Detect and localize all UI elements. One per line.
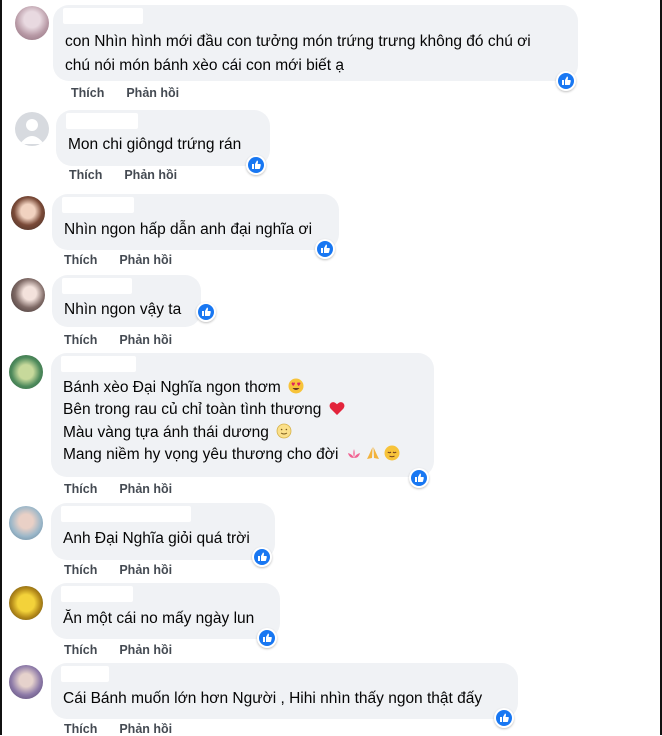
reply-action[interactable]: Phản hồi (119, 253, 172, 267)
author-name[interactable] (61, 666, 109, 682)
comment-bubble: Nhìn ngon hấp dẫn anh đại nghĩa ơi (52, 194, 339, 250)
like-action[interactable]: Thích (64, 643, 97, 657)
red-heart-emoji (329, 401, 345, 424)
author-name[interactable] (61, 506, 191, 522)
heart-eyes-emoji (288, 378, 304, 402)
author-name[interactable] (62, 278, 132, 294)
comment-actions: Thích Phản hồi (64, 482, 172, 496)
relieved-face-emoji (384, 445, 400, 469)
comment-line: Bánh xèo Đại Nghĩa ngon thơm (63, 377, 304, 402)
comment-actions: Thích Phản hồi (64, 253, 172, 267)
reply-action[interactable]: Phản hồi (124, 168, 177, 182)
comment-line: Ăn một cái no mấy ngày lun (63, 610, 255, 627)
like-action[interactable]: Thích (71, 86, 104, 100)
comment-line: Bên trong rau củ chỉ toàn tình thương (63, 399, 345, 424)
avatar[interactable] (15, 6, 49, 40)
frame-border-left (0, 0, 2, 735)
comment-bubble: Mon chi giôngd trứng rán (56, 110, 270, 166)
like-action[interactable]: Thích (64, 253, 97, 267)
comment-line: Mang niềm hy vọng yêu thương cho đời (63, 444, 400, 469)
reply-action[interactable]: Phản hồi (119, 722, 172, 736)
comment-line: chú nói món bánh xèo cái con mới biết ạ (65, 57, 344, 74)
comment-line: Anh Đại Nghĩa giỏi quá trời (63, 530, 250, 547)
avatar[interactable] (9, 355, 43, 389)
comment-line: Nhìn ngon vậy ta (64, 301, 182, 318)
reply-action[interactable]: Phản hồi (126, 86, 179, 100)
comment-actions: Thích Phản hồi (64, 333, 172, 347)
comment-bubble: Anh Đại Nghĩa giỏi quá trời (51, 503, 275, 560)
comment-line: Nhìn ngon hấp dẫn anh đại nghĩa ơi (64, 221, 313, 238)
comment-line-text: Bánh xèo Đại Nghĩa ngon thơm (63, 379, 281, 396)
like-reaction-icon[interactable] (409, 468, 429, 488)
comment-actions: Thích Phản hồi (64, 722, 172, 736)
comment-bubble: Bánh xèo Đại Nghĩa ngon thơm Bên trong r… (51, 353, 434, 477)
reply-action[interactable]: Phản hồi (119, 563, 172, 577)
avatar[interactable] (15, 112, 49, 146)
comment-bubble: Ăn một cái no mấy ngày lun (51, 583, 280, 639)
reply-action[interactable]: Phản hồi (119, 643, 172, 657)
author-name[interactable] (61, 586, 133, 602)
smiling-face-emoji (276, 423, 292, 447)
comment-line-text: Bên trong rau củ chỉ toàn tình thương (63, 401, 322, 418)
like-action[interactable]: Thích (64, 563, 97, 577)
like-reaction-icon[interactable] (246, 155, 266, 175)
folded-hands-emoji (365, 445, 381, 469)
like-reaction-icon[interactable] (315, 239, 335, 259)
avatar[interactable] (11, 278, 45, 312)
avatar[interactable] (9, 586, 43, 620)
avatar[interactable] (11, 196, 45, 230)
comment-line: Mon chi giôngd trứng rán (68, 136, 242, 153)
author-name[interactable] (63, 8, 143, 24)
like-reaction-icon[interactable] (556, 71, 576, 91)
comment-actions: Thích Phản hồi (64, 563, 172, 577)
lotus-emoji (346, 446, 362, 469)
like-action[interactable]: Thích (64, 482, 97, 496)
author-name[interactable] (61, 356, 136, 372)
comment-line: Màu vàng tựa ánh thái dương (63, 422, 292, 447)
like-action[interactable]: Thích (69, 168, 102, 182)
like-action[interactable]: Thích (64, 333, 97, 347)
comment-bubble: Nhìn ngon vậy ta (52, 275, 201, 327)
avatar[interactable] (9, 506, 43, 540)
like-reaction-icon[interactable] (252, 547, 272, 567)
author-name[interactable] (66, 113, 138, 129)
reply-action[interactable]: Phản hồi (119, 482, 172, 496)
author-name[interactable] (62, 197, 134, 213)
comment-line-text: Màu vàng tựa ánh thái dương (63, 424, 269, 441)
like-reaction-icon[interactable] (494, 708, 514, 728)
comment-bubble: Cái Bánh muốn lớn hơn Người , Hihi nhìn … (51, 663, 518, 719)
comment-actions: Thích Phản hồi (69, 168, 177, 182)
like-reaction-icon[interactable] (196, 302, 216, 322)
comment-line: con Nhìn hình mới đầu con tưởng món trứn… (65, 33, 531, 50)
comment-actions: Thích Phản hồi (64, 643, 172, 657)
comment-bubble: con Nhìn hình mới đầu con tưởng món trứn… (53, 5, 578, 81)
like-reaction-icon[interactable] (257, 628, 277, 648)
avatar[interactable] (9, 665, 43, 699)
comment-actions: Thích Phản hồi (71, 86, 179, 100)
reply-action[interactable]: Phản hồi (119, 333, 172, 347)
like-action[interactable]: Thích (64, 722, 97, 736)
comment-line: Cái Bánh muốn lớn hơn Người , Hihi nhìn … (63, 690, 483, 707)
comment-line-text: Mang niềm hy vọng yêu thương cho đời (63, 446, 339, 463)
